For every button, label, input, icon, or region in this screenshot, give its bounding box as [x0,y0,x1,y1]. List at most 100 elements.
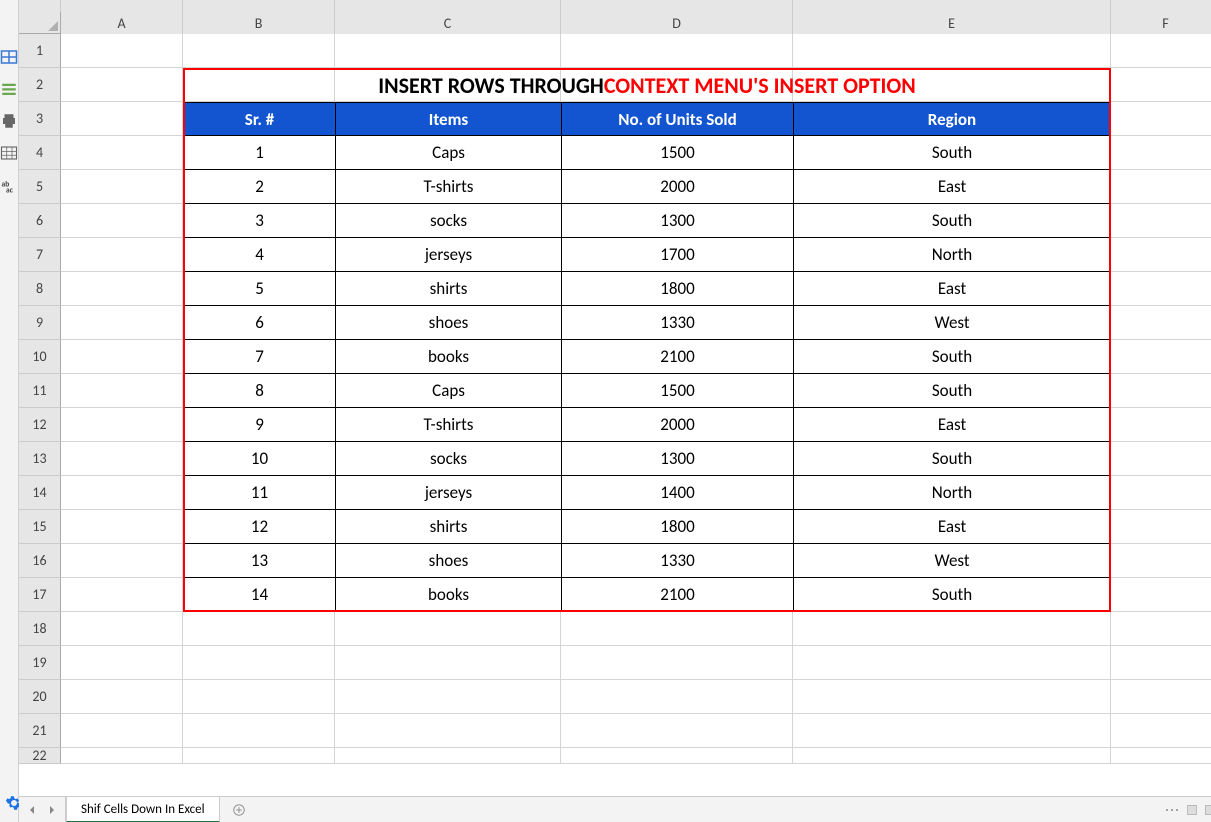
cell-E10[interactable] [793,340,1111,374]
cell-F19[interactable] [1111,646,1211,680]
cell-B21[interactable] [183,714,335,748]
row-header-13[interactable]: 13 [19,442,61,476]
cell-F8[interactable] [1111,272,1211,306]
cell-D6[interactable] [561,204,793,238]
row-header-14[interactable]: 14 [19,476,61,510]
row-header-8[interactable]: 8 [19,272,61,306]
find-replace-icon[interactable]: abac [0,176,18,194]
cell-D22[interactable] [561,748,793,764]
cell-F13[interactable] [1111,442,1211,476]
cell-E16[interactable] [793,544,1111,578]
cell-C17[interactable] [335,578,561,612]
sheet-tab-active[interactable]: Shif Cells Down In Excel [66,797,220,822]
cell-D16[interactable] [561,544,793,578]
cell-C15[interactable] [335,510,561,544]
col-header-E[interactable]: E [793,12,1111,34]
col-header-B[interactable]: B [183,12,335,34]
cell-A4[interactable] [61,136,183,170]
cell-D1[interactable] [561,34,793,68]
add-sheet-button[interactable] [220,797,258,822]
cell-E6[interactable] [793,204,1111,238]
cell-C5[interactable] [335,170,561,204]
print-icon[interactable] [0,112,18,130]
cell-D7[interactable] [561,238,793,272]
cell-A13[interactable] [61,442,183,476]
cell-F6[interactable] [1111,204,1211,238]
cell-B22[interactable] [183,748,335,764]
row-header-22[interactable]: 22 [19,748,61,764]
col-header-D[interactable]: D [561,12,793,34]
cell-B4[interactable] [183,136,335,170]
row-header-6[interactable]: 6 [19,204,61,238]
cell-F10[interactable] [1111,340,1211,374]
cell-C4[interactable] [335,136,561,170]
cell-D2[interactable] [561,68,793,102]
cell-B6[interactable] [183,204,335,238]
cell-A1[interactable] [61,34,183,68]
tab-next-icon[interactable] [47,805,57,815]
cell-A17[interactable] [61,578,183,612]
row-header-19[interactable]: 19 [19,646,61,680]
tab-prev-icon[interactable] [27,805,37,815]
cell-F3[interactable] [1111,102,1211,136]
cell-E19[interactable] [793,646,1111,680]
cell-A15[interactable] [61,510,183,544]
cell-C7[interactable] [335,238,561,272]
table-icon[interactable] [0,144,18,162]
cell-A8[interactable] [61,272,183,306]
cell-D20[interactable] [561,680,793,714]
cell-D11[interactable] [561,374,793,408]
cell-E5[interactable] [793,170,1111,204]
cell-B14[interactable] [183,476,335,510]
cell-E2[interactable] [793,68,1111,102]
cell-D18[interactable] [561,612,793,646]
cell-F22[interactable] [1111,748,1211,764]
row-header-2[interactable]: 2 [19,68,61,102]
cell-E9[interactable] [793,306,1111,340]
row-header-7[interactable]: 7 [19,238,61,272]
row-header-11[interactable]: 11 [19,374,61,408]
cell-D13[interactable] [561,442,793,476]
cell-E18[interactable] [793,612,1111,646]
cell-C19[interactable] [335,646,561,680]
cell-E12[interactable] [793,408,1111,442]
cell-B19[interactable] [183,646,335,680]
cell-D10[interactable] [561,340,793,374]
cell-C20[interactable] [335,680,561,714]
cell-A12[interactable] [61,408,183,442]
cell-E21[interactable] [793,714,1111,748]
cell-F20[interactable] [1111,680,1211,714]
cell-C1[interactable] [335,34,561,68]
cell-C2[interactable] [335,68,561,102]
row-header-10[interactable]: 10 [19,340,61,374]
cell-E4[interactable] [793,136,1111,170]
cell-F4[interactable] [1111,136,1211,170]
row-header-20[interactable]: 20 [19,680,61,714]
cell-F9[interactable] [1111,306,1211,340]
row-header-9[interactable]: 9 [19,306,61,340]
row-header-16[interactable]: 16 [19,544,61,578]
row-header-21[interactable]: 21 [19,714,61,748]
cell-E3[interactable] [793,102,1111,136]
cell-E20[interactable] [793,680,1111,714]
cell-D21[interactable] [561,714,793,748]
cell-A21[interactable] [61,714,183,748]
cell-C8[interactable] [335,272,561,306]
cell-E7[interactable] [793,238,1111,272]
select-all-corner[interactable] [19,12,61,34]
cell-A5[interactable] [61,170,183,204]
cell-F5[interactable] [1111,170,1211,204]
cell-A9[interactable] [61,306,183,340]
row-header-15[interactable]: 15 [19,510,61,544]
cell-A2[interactable] [61,68,183,102]
cell-C10[interactable] [335,340,561,374]
list-icon[interactable] [0,80,18,98]
cell-E1[interactable] [793,34,1111,68]
cell-A19[interactable] [61,646,183,680]
cell-F1[interactable] [1111,34,1211,68]
cell-B20[interactable] [183,680,335,714]
col-header-A[interactable]: A [61,12,183,34]
cell-A18[interactable] [61,612,183,646]
cell-C22[interactable] [335,748,561,764]
cell-F18[interactable] [1111,612,1211,646]
